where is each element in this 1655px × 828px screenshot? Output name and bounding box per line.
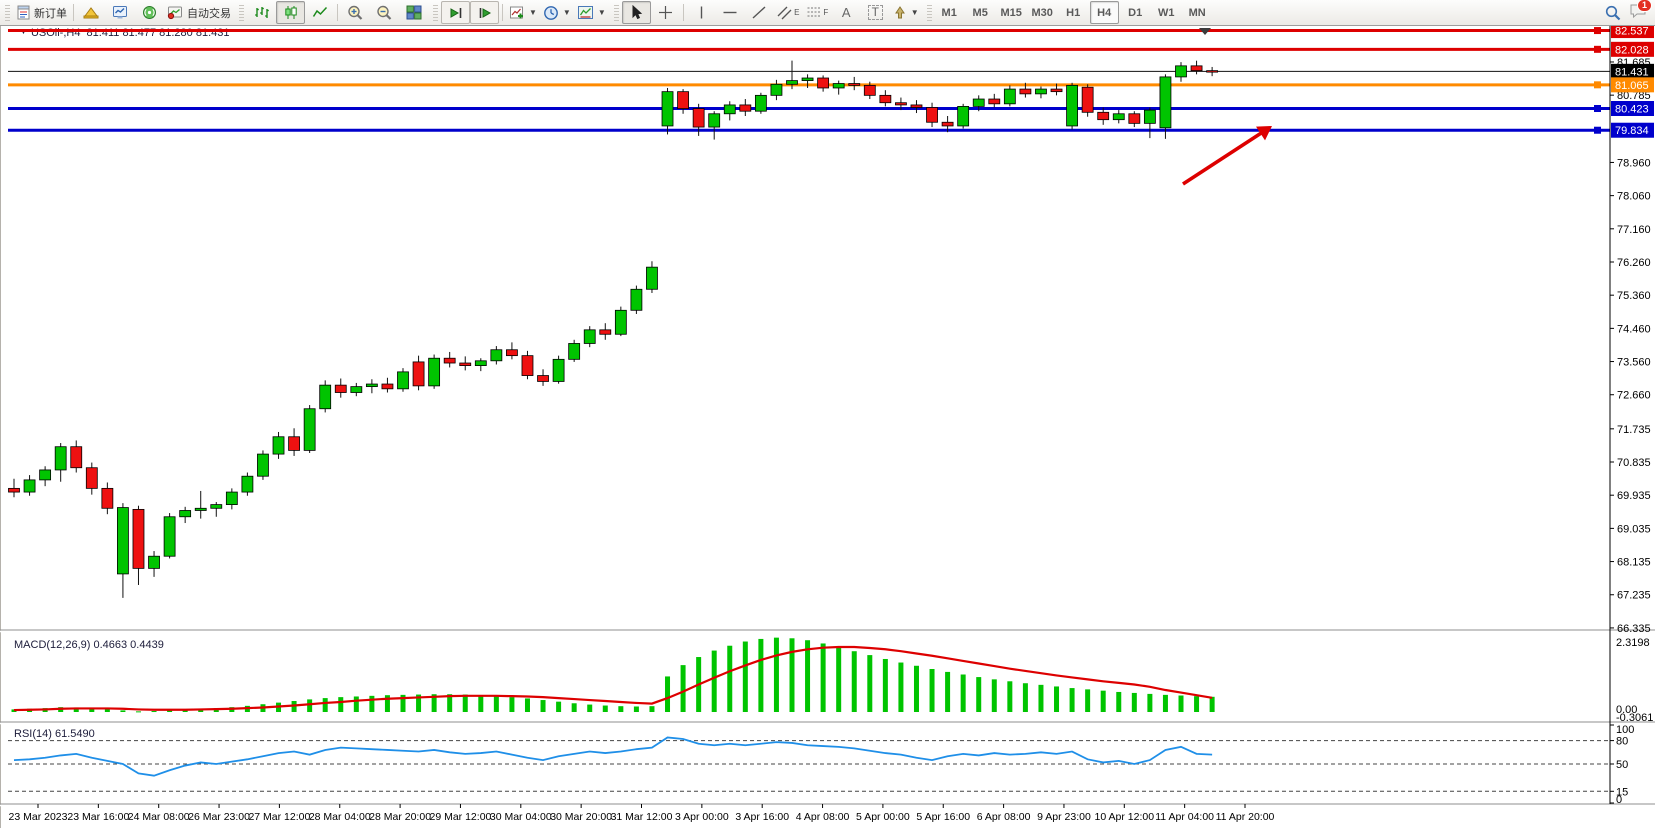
timeframe-button-D1[interactable]: D1 xyxy=(1121,1,1150,24)
auto-scroll-button[interactable] xyxy=(441,1,470,24)
clock-icon xyxy=(543,5,559,21)
timeframe-button-MN[interactable]: MN xyxy=(1183,1,1212,24)
vertical-line-icon xyxy=(695,5,708,20)
macd-indicator-label: MACD(12,26,9) 0.4663 0.4439 xyxy=(14,639,164,651)
templates-icon xyxy=(577,5,594,20)
trendline-icon xyxy=(751,5,767,20)
toolbar-right-tools: 1 xyxy=(1605,3,1647,22)
toolbar-grip xyxy=(614,5,619,21)
bar-chart-icon xyxy=(254,5,270,20)
vertical-line-button[interactable] xyxy=(687,1,716,24)
fibonacci-button[interactable]: F xyxy=(803,1,832,24)
text-tool-icon: A xyxy=(842,5,851,20)
text-label-icon: T xyxy=(868,5,883,20)
zoom-in-button[interactable] xyxy=(341,1,370,24)
equidistant-channel-button[interactable]: E xyxy=(774,1,803,24)
horizontal-line-button[interactable] xyxy=(716,1,745,24)
zoom-in-icon xyxy=(347,5,364,21)
timeframe-button-H4[interactable]: H4 xyxy=(1090,1,1119,24)
symbol-dropdown-marker[interactable]: ▼ xyxy=(20,29,27,36)
timeframe-button-M5[interactable]: M5 xyxy=(966,1,995,24)
timeframe-label: M1 xyxy=(942,7,957,19)
arrows-icon xyxy=(893,6,907,20)
equidistant-channel-icon xyxy=(777,5,793,20)
timeframe-label: MN xyxy=(1189,7,1206,19)
market-watch-icon xyxy=(112,5,129,20)
timeframe-label: H1 xyxy=(1066,7,1080,19)
channel-sub-label: E xyxy=(794,8,799,17)
new-order-icon xyxy=(16,5,31,20)
autotrading-icon xyxy=(167,5,184,20)
timeframe-button-M15[interactable]: M15 xyxy=(997,1,1026,24)
toolbar-grip xyxy=(5,5,10,21)
toolbar-grip xyxy=(927,5,932,21)
trendline-button[interactable] xyxy=(745,1,774,24)
signals-icon xyxy=(141,5,158,20)
timeframe-label: D1 xyxy=(1128,7,1142,19)
chart-shift-icon xyxy=(477,6,493,20)
market-watch-button[interactable] xyxy=(106,1,135,24)
search-icon[interactable] xyxy=(1605,5,1621,21)
chart-title: ▼ USOil-,H4 81.411 81.477 81.280 81.431 xyxy=(20,27,230,39)
signals-button[interactable] xyxy=(135,1,164,24)
candlestick-chart-button[interactable] xyxy=(276,1,305,24)
chevron-down-icon: ▼ xyxy=(598,8,606,17)
chart-profile-icon xyxy=(83,5,100,20)
zoom-out-icon xyxy=(376,5,393,21)
line-chart-button[interactable] xyxy=(305,1,334,24)
periods-button[interactable]: ▼ xyxy=(540,1,574,24)
text-label-button[interactable]: T xyxy=(861,1,890,24)
toolbar-grip xyxy=(239,5,244,21)
timeframe-label: M5 xyxy=(973,7,988,19)
chart-shift-button[interactable] xyxy=(470,1,499,24)
notification-badge: 1 xyxy=(1637,0,1652,12)
rsi-indicator-label: RSI(14) 61.5490 xyxy=(14,728,95,740)
horizontal-line-icon xyxy=(722,5,738,20)
timeframe-toolbar: M1 M5 M15 M30 H1 H4 D1 W1 MN xyxy=(935,1,1212,24)
main-toolbar: 新订单 自动交易 xyxy=(0,0,1655,26)
timeframe-label: W1 xyxy=(1158,7,1175,19)
candlestick-chart-icon xyxy=(283,5,299,20)
autotrading-button[interactable]: 自动交易 xyxy=(164,1,234,24)
line-chart-icon xyxy=(312,5,328,20)
templates-button[interactable]: ▼ xyxy=(574,1,609,24)
crosshair-icon xyxy=(658,5,673,20)
chevron-down-icon: ▼ xyxy=(529,8,537,17)
auto-scroll-icon xyxy=(448,6,464,20)
indicators-button[interactable]: ▼ xyxy=(506,1,540,24)
separator xyxy=(73,4,74,21)
toolbar-grip xyxy=(433,5,438,21)
cursor-button[interactable] xyxy=(622,1,651,24)
autotrading-label: 自动交易 xyxy=(187,5,231,21)
notifications-button[interactable]: 1 xyxy=(1629,3,1647,22)
timeframe-label: M30 xyxy=(1031,7,1052,19)
timeframe-button-M1[interactable]: M1 xyxy=(935,1,964,24)
bar-chart-button[interactable] xyxy=(247,1,276,24)
cursor-icon xyxy=(629,5,643,20)
separator xyxy=(502,4,503,21)
timeframe-label: H4 xyxy=(1097,7,1111,19)
fibo-sub-label: F xyxy=(823,8,828,17)
chart-window[interactable]: ▼ USOil-,H4 81.411 81.477 81.280 81.431 M… xyxy=(0,25,1655,828)
separator xyxy=(337,4,338,21)
arrows-button[interactable]: ▼ xyxy=(890,1,922,24)
new-order-button[interactable]: 新订单 xyxy=(13,1,70,24)
text-button[interactable]: A xyxy=(832,1,861,24)
chevron-down-icon: ▼ xyxy=(563,8,571,17)
tile-windows-icon xyxy=(406,5,422,20)
chart-profile-button[interactable] xyxy=(77,1,106,24)
timeframe-button-H1[interactable]: H1 xyxy=(1059,1,1088,24)
timeframe-button-W1[interactable]: W1 xyxy=(1152,1,1181,24)
chevron-down-icon: ▼ xyxy=(911,8,919,17)
crosshair-button[interactable] xyxy=(651,1,680,24)
indicators-icon xyxy=(509,5,525,20)
fibonacci-icon xyxy=(806,5,822,20)
timeframe-button-M30[interactable]: M30 xyxy=(1028,1,1057,24)
tile-windows-button[interactable] xyxy=(399,1,428,24)
new-order-label: 新订单 xyxy=(34,5,67,21)
ohlc-readout: USOil-,H4 81.411 81.477 81.280 81.431 xyxy=(31,27,230,39)
timeframe-label: M15 xyxy=(1000,7,1021,19)
zoom-out-button[interactable] xyxy=(370,1,399,24)
separator xyxy=(683,4,684,21)
